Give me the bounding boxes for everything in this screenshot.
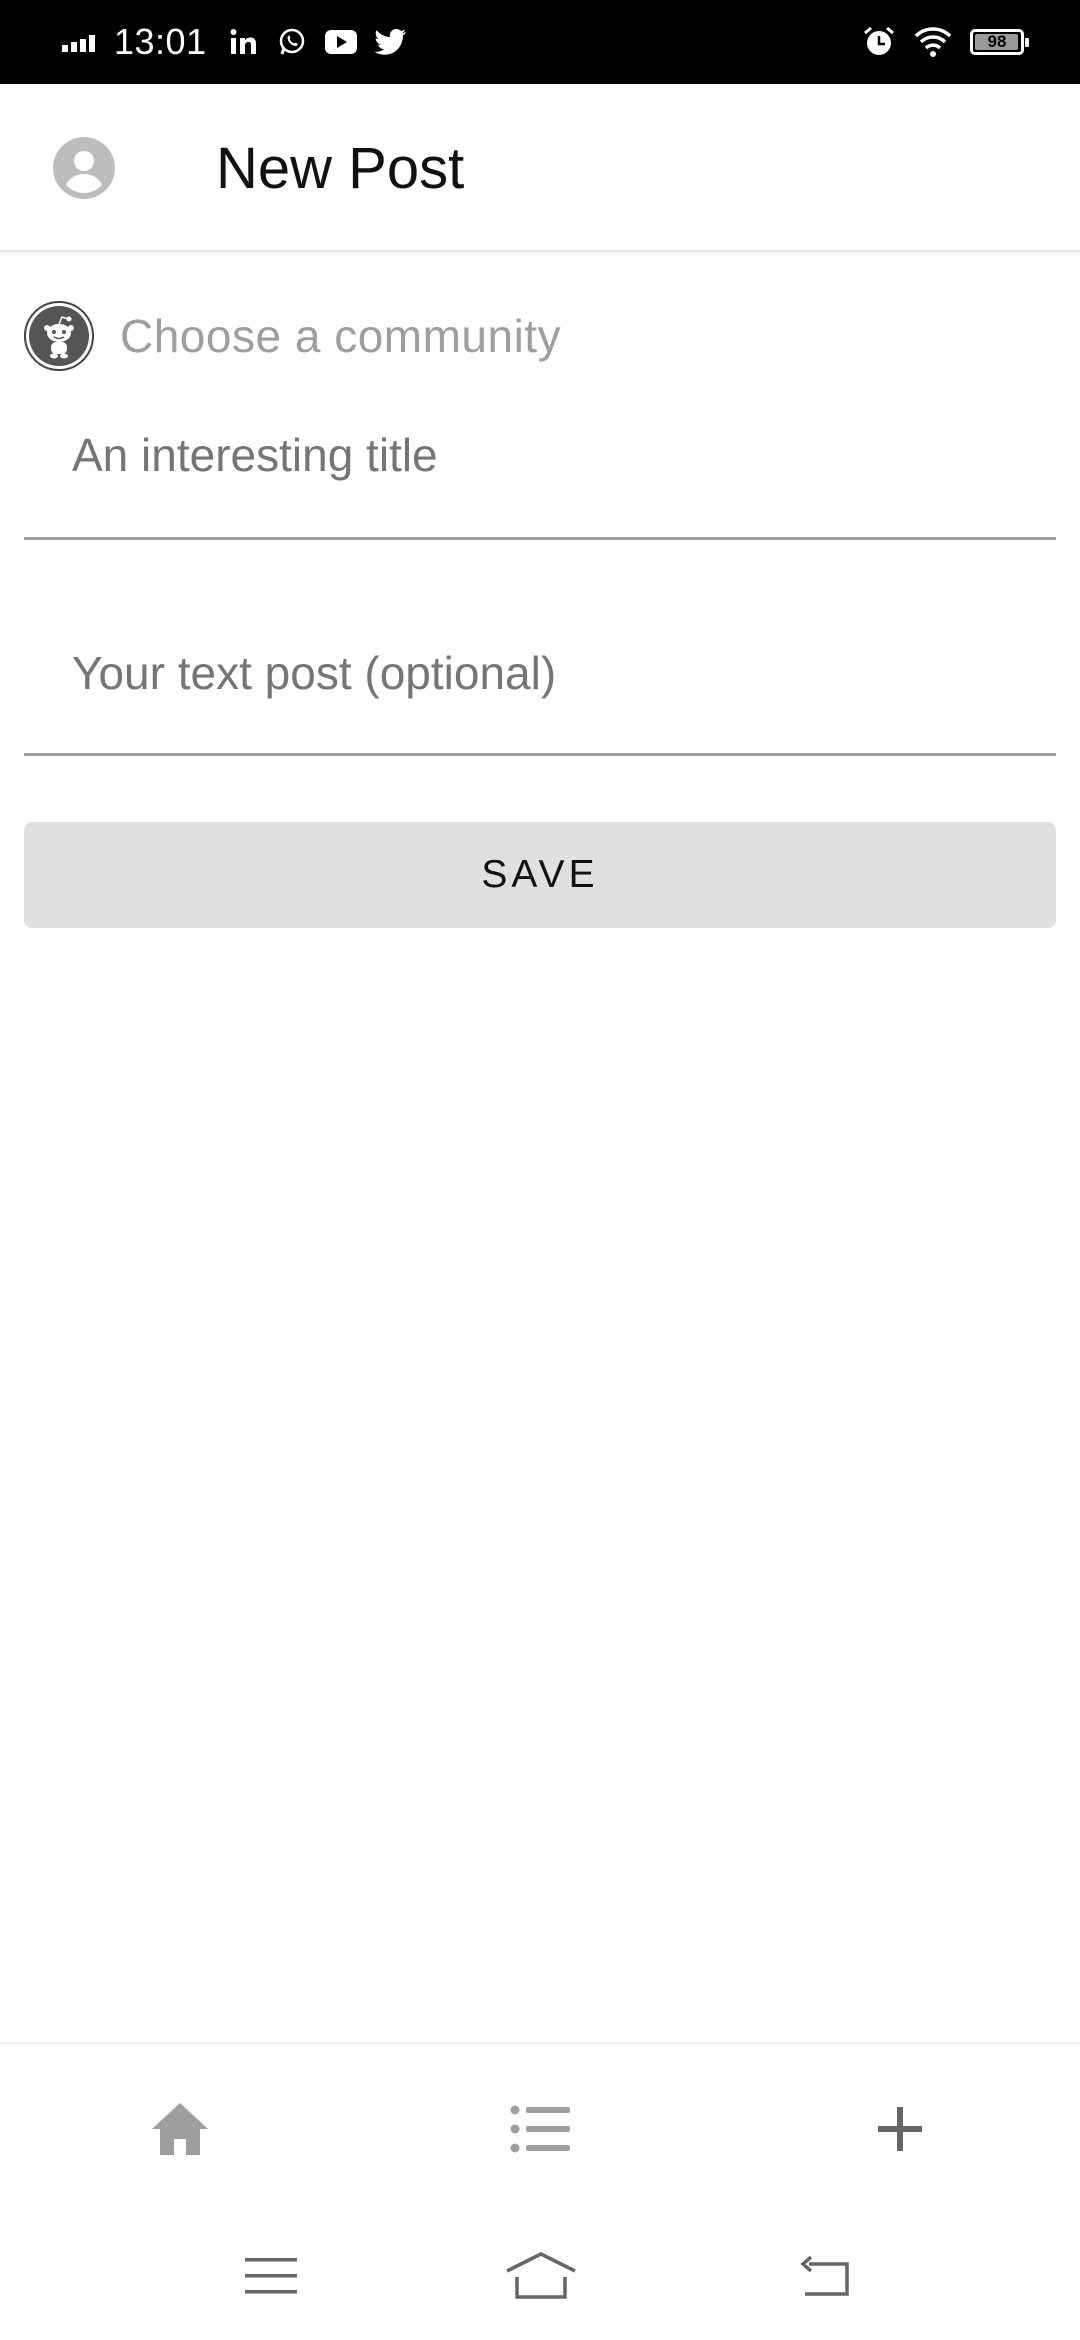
list-icon (510, 2105, 570, 2153)
whatsapp-icon (277, 27, 307, 57)
bottom-nav (0, 2042, 1080, 2212)
battery-tip (1025, 38, 1029, 47)
nav-add[interactable] (820, 2044, 980, 2214)
battery-level: 98 (987, 32, 1007, 51)
menu-icon (245, 2258, 297, 2294)
sys-menu-button[interactable] (211, 2212, 331, 2340)
status-bar: 13:01 98 (0, 0, 1080, 84)
nav-list[interactable] (460, 2044, 620, 2214)
alarm-icon (862, 25, 896, 59)
battery-icon: 98 (970, 29, 1029, 55)
reddit-snoo-icon (24, 301, 94, 371)
back-icon (800, 2255, 849, 2296)
youtube-icon (324, 29, 357, 55)
community-placeholder: Choose a community (120, 310, 562, 362)
community-selector[interactable]: Choose a community (24, 300, 561, 372)
status-time: 13:01 (114, 21, 207, 62)
wifi-icon (914, 27, 952, 57)
linkedin-icon (229, 27, 259, 57)
body-field-container (24, 620, 1056, 756)
title-field-container (24, 400, 1056, 540)
system-nav (0, 2212, 1080, 2340)
nav-home[interactable] (100, 2044, 260, 2214)
signal-icon (62, 32, 102, 52)
status-left: 13:01 (62, 0, 407, 84)
account-circle-icon[interactable] (53, 137, 115, 199)
twitter-icon (374, 28, 407, 56)
add-icon (878, 2107, 922, 2151)
home-outline-icon (506, 2252, 576, 2299)
status-right: 98 (862, 0, 1029, 84)
sys-home-button[interactable] (481, 2212, 601, 2340)
sys-back-button[interactable] (765, 2212, 885, 2340)
app-bar: New Post (0, 84, 1080, 252)
save-button[interactable]: SAVE (24, 822, 1056, 928)
page-title: New Post (216, 135, 465, 201)
home-icon (152, 2103, 208, 2155)
title-input[interactable] (24, 400, 1056, 510)
body-input[interactable] (24, 620, 1056, 726)
